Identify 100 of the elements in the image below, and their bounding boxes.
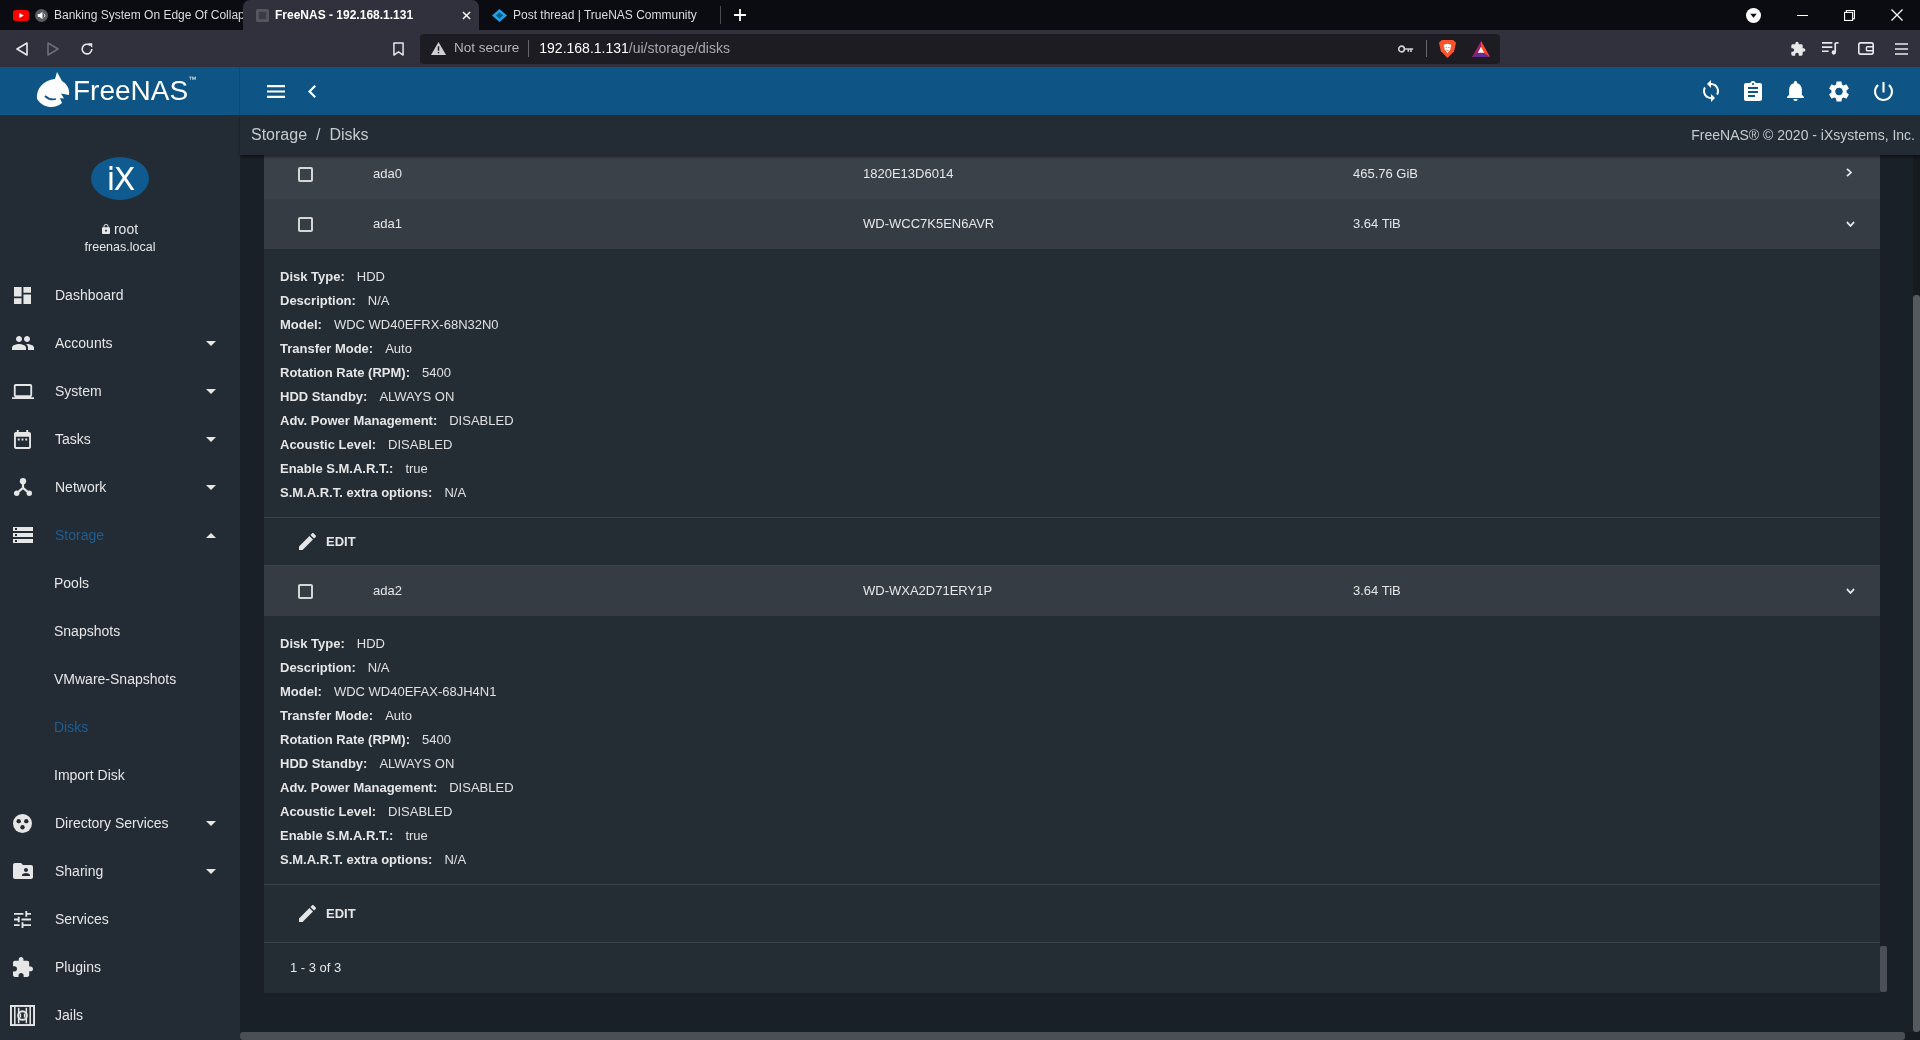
menu-icon[interactable] xyxy=(1895,42,1908,55)
checkbox[interactable] xyxy=(298,583,313,599)
chevron-down-icon[interactable] xyxy=(1846,221,1855,227)
browser-tab[interactable]: Banking System On Edge Of Collap xyxy=(0,0,243,30)
puzzle-icon xyxy=(12,957,33,977)
bell-icon[interactable] xyxy=(1787,81,1804,101)
browser-tab[interactable]: FreeNAS - 192.168.1.131 xyxy=(243,0,479,30)
circle-dots-icon xyxy=(13,813,32,833)
restore-icon[interactable] xyxy=(1844,9,1855,21)
detail-label: Enable S.M.A.R.T.: xyxy=(280,460,394,479)
reload-icon[interactable] xyxy=(80,41,94,56)
checkbox[interactable] xyxy=(298,166,313,182)
hostname-text: freenas.local xyxy=(84,239,156,256)
close-icon[interactable] xyxy=(1891,9,1903,21)
network-icon xyxy=(13,478,32,496)
caret-down-icon[interactable] xyxy=(206,388,216,394)
detail-value: WDC WD40EFRX-68N32N0 xyxy=(333,316,499,335)
wallet-icon[interactable] xyxy=(1858,42,1874,55)
sidebar-item[interactable]: Services xyxy=(0,895,240,943)
disk-row[interactable]: ada2 WD-WXA2D71ERY1P 3.64 TiB xyxy=(264,566,1880,616)
detail-value: true xyxy=(405,460,428,479)
caret-down-icon[interactable] xyxy=(206,340,216,346)
detail-label: S.M.A.R.T. extra options: xyxy=(280,851,433,870)
detail-label: Rotation Rate (RPM): xyxy=(280,731,410,750)
chevron-left-icon[interactable] xyxy=(308,84,316,98)
clipboard-icon[interactable] xyxy=(1744,81,1762,101)
close-icon[interactable] xyxy=(462,10,471,20)
table-cell-text: ada2 xyxy=(373,582,402,601)
breadcrumb-separator: / xyxy=(316,125,321,145)
minimize-icon[interactable] xyxy=(1797,14,1808,16)
plus-icon[interactable] xyxy=(734,9,746,21)
browser-tab[interactable]: Post thread | TrueNAS Community xyxy=(479,0,720,30)
table-cell-text: 3.64 TiB xyxy=(1353,582,1401,601)
detail-value: DISABLED xyxy=(388,803,453,822)
key-icon[interactable] xyxy=(1398,44,1414,53)
caret-down-icon[interactable] xyxy=(206,436,216,442)
disk-row[interactable]: ada0 1820E13D6014 465.76 GiB xyxy=(264,155,1880,199)
sidebar-subitem[interactable]: Snapshots xyxy=(0,607,240,655)
puzzle-icon[interactable] xyxy=(1790,40,1806,57)
playlist-icon[interactable] xyxy=(1822,42,1839,55)
scrollbar-thumb[interactable] xyxy=(1880,946,1887,992)
forward-icon[interactable] xyxy=(47,41,59,56)
detail-label: Description: xyxy=(280,292,356,311)
lion-shield-icon[interactable] xyxy=(1439,39,1456,58)
settings-icon[interactable] xyxy=(1829,80,1849,102)
breadcrumb-link[interactable]: Storage xyxy=(251,123,308,147)
disk-row[interactable]: ada1 WD-WCC7K5EN6AVR 3.64 TiB xyxy=(264,199,1880,249)
checkbox[interactable] xyxy=(298,216,313,232)
detail-value: DISABLED xyxy=(388,436,453,455)
edit-button[interactable]: EDIT xyxy=(297,899,358,928)
power-icon[interactable] xyxy=(1874,81,1893,101)
warning-icon xyxy=(431,42,446,55)
triangle-icon[interactable] xyxy=(1472,40,1490,57)
table-cell-text: ada1 xyxy=(373,215,402,234)
scrollbar-thumb[interactable] xyxy=(240,1032,1905,1040)
sidebar-item[interactable]: System xyxy=(0,367,240,415)
sidebar-subitem[interactable]: Import Disk xyxy=(0,751,240,799)
detail-value: DISABLED xyxy=(449,412,514,431)
caret-down-icon[interactable] xyxy=(206,868,216,874)
table-cell-text: WD-WXA2D71ERY1P xyxy=(863,582,993,601)
dropdown-icon[interactable] xyxy=(1746,7,1761,23)
detail-label: Disk Type: xyxy=(280,268,345,287)
sidebar-item[interactable]: Jails xyxy=(0,991,240,1039)
bookmark-icon[interactable] xyxy=(393,41,404,56)
table-cell-text: 1820E13D6014 xyxy=(863,165,954,184)
shared-folder-icon xyxy=(12,863,33,879)
scrollbar-thumb[interactable] xyxy=(1913,295,1920,1032)
dashboard-icon xyxy=(14,286,31,304)
logo-text: FreeNAS$^{™}$ xyxy=(73,77,197,105)
sidebar-item[interactable]: Plugins xyxy=(0,943,240,991)
calendar-icon xyxy=(14,429,31,449)
sidebar-item[interactable]: Sharing xyxy=(0,847,240,895)
sync-icon[interactable] xyxy=(1703,80,1719,102)
detail-label: Transfer Mode: xyxy=(280,340,374,359)
caret-down-icon[interactable] xyxy=(206,484,216,490)
detail-label: Rotation Rate (RPM): xyxy=(280,364,410,383)
menu-icon[interactable] xyxy=(267,84,285,98)
chevron-right-icon[interactable] xyxy=(1846,167,1852,177)
sidebar-item[interactable]: Directory Services xyxy=(0,799,240,847)
username-text: root xyxy=(113,219,139,239)
edit-button[interactable]: EDIT xyxy=(297,527,358,556)
detail-label: Description: xyxy=(280,659,356,678)
laptop-icon xyxy=(11,383,34,399)
sidebar-subitem[interactable]: Pools xyxy=(0,559,240,607)
back-icon[interactable] xyxy=(16,41,28,56)
detail-value: N/A xyxy=(444,484,467,503)
caret-up-icon[interactable] xyxy=(206,532,216,538)
sidebar-item[interactable]: Accounts xyxy=(0,319,240,367)
chevron-down-icon[interactable] xyxy=(1846,588,1855,594)
diamond-icon xyxy=(492,8,507,22)
detail-label: HDD Standby: xyxy=(280,388,368,407)
sidebar-item[interactable]: Network xyxy=(0,463,240,511)
detail-value: ALWAYS ON xyxy=(379,755,455,774)
address-bar[interactable]: Not secure 192.168.1.131/ui/storage/disks xyxy=(420,33,1500,64)
sidebar-item[interactable]: Dashboard xyxy=(0,271,240,319)
sidebar-item[interactable]: Tasks xyxy=(0,415,240,463)
detail-label: Disk Type: xyxy=(280,635,345,654)
detail-value: ALWAYS ON xyxy=(379,388,455,407)
sidebar-subitem[interactable]: VMware-Snapshots xyxy=(0,655,240,703)
caret-down-icon[interactable] xyxy=(206,820,216,826)
